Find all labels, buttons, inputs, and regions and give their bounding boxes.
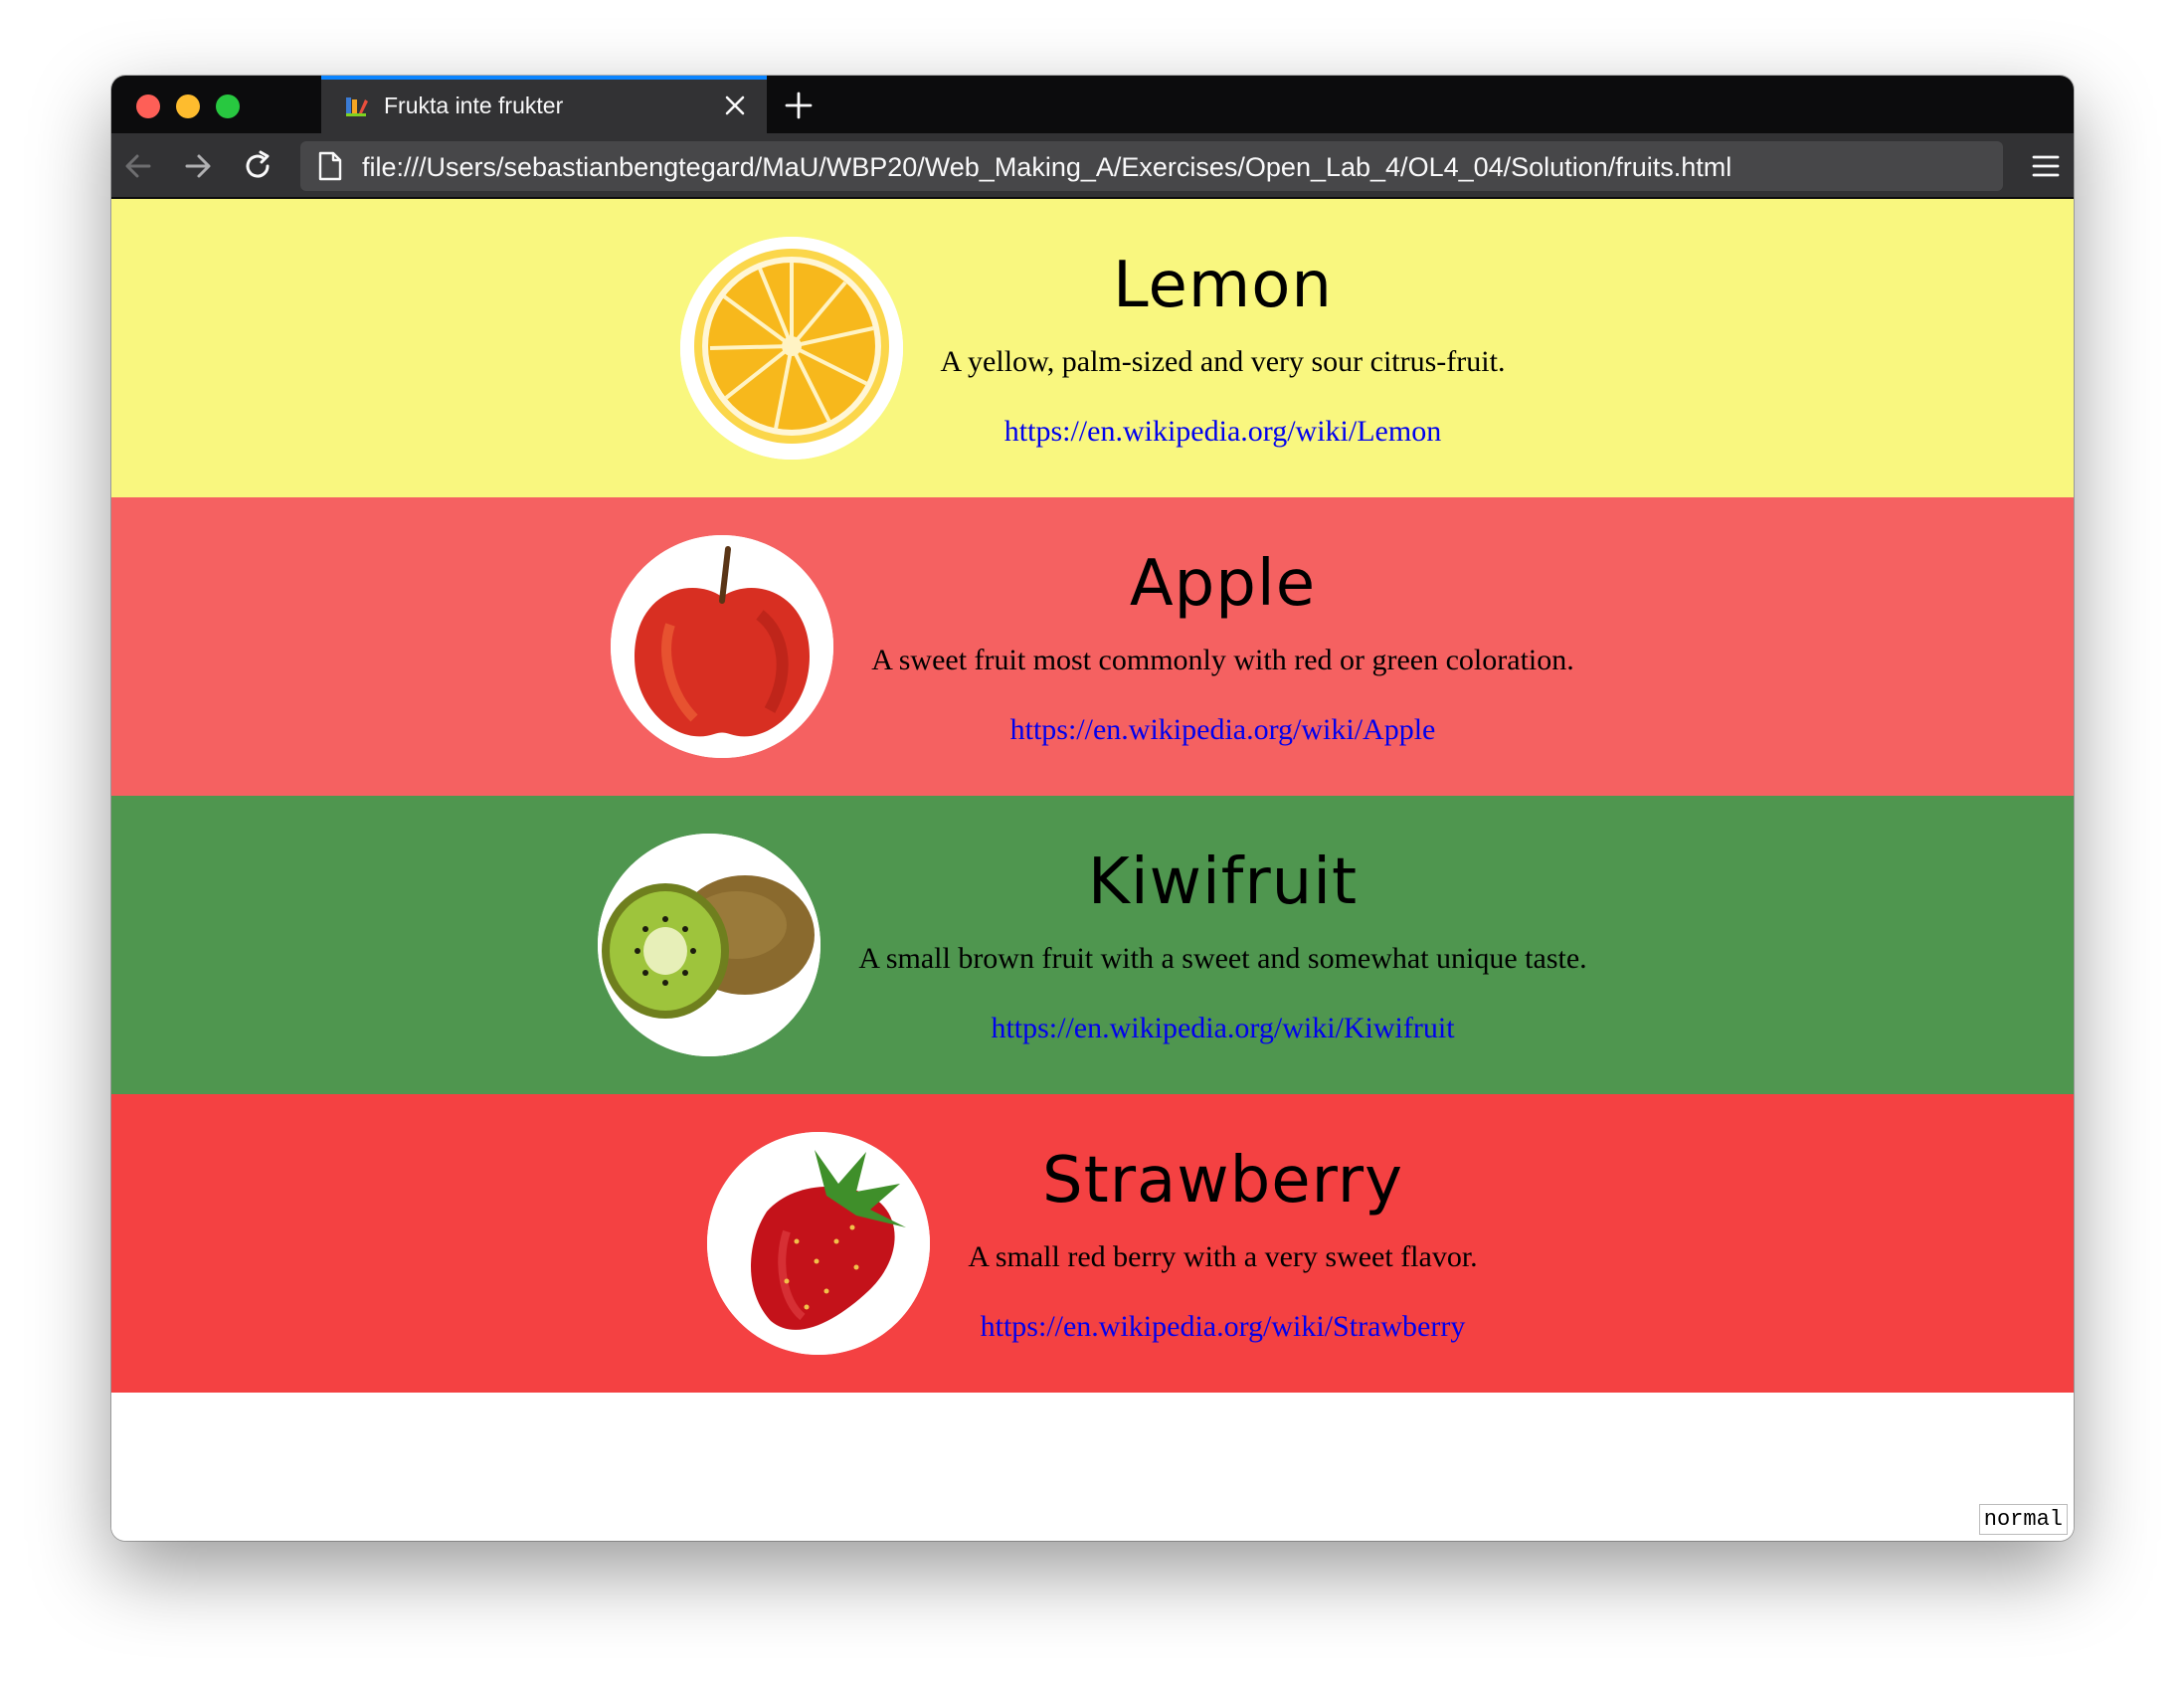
- fruit-description: A small brown fruit with a sweet and som…: [858, 942, 1587, 975]
- wikipedia-link-strawberry[interactable]: https://en.wikipedia.org/wiki/Strawberry: [981, 1309, 1466, 1345]
- fruit-description: A small red berry with a very sweet flav…: [968, 1240, 1478, 1273]
- fruit-description: A yellow, palm-sized and very sour citru…: [940, 345, 1506, 378]
- tab-strip: Frukta inte frukter: [111, 76, 2074, 133]
- wikipedia-link-kiwifruit[interactable]: https://en.wikipedia.org/wiki/Kiwifruit: [991, 1011, 1454, 1046]
- navigation-toolbar: file:///Users/sebastianbengtegard/MaU/WB…: [111, 133, 2074, 199]
- kiwifruit-image: [598, 834, 821, 1056]
- fruit-name: Lemon: [1113, 249, 1333, 322]
- url-text[interactable]: file:///Users/sebastianbengtegard/MaU/WB…: [362, 152, 1731, 183]
- minimize-window-button[interactable]: [176, 94, 200, 118]
- fruit-section-apple: Apple A sweet fruit most commonly with r…: [111, 497, 2074, 796]
- url-bar[interactable]: file:///Users/sebastianbengtegard/MaU/WB…: [300, 141, 2003, 191]
- lemon-image: [679, 237, 903, 460]
- fruit-section-lemon: Lemon A yellow, palm-sized and very sour…: [111, 199, 2074, 497]
- tab-active[interactable]: Frukta inte frukter: [321, 76, 767, 133]
- hamburger-menu-icon[interactable]: [2031, 151, 2061, 181]
- fruit-name: Apple: [1129, 547, 1317, 621]
- mode-badge: normal: [1978, 1504, 2068, 1535]
- forward-icon[interactable]: [181, 149, 215, 183]
- back-icon[interactable]: [121, 149, 155, 183]
- fruit-name: Kiwifruit: [1087, 845, 1359, 919]
- tab-title: Frukta inte frukter: [384, 93, 564, 118]
- maximize-window-button[interactable]: [216, 94, 240, 118]
- close-tab-icon[interactable]: [723, 94, 747, 117]
- reload-icon[interactable]: [241, 149, 274, 183]
- page-icon: [318, 151, 342, 181]
- fruit-description: A sweet fruit most commonly with red or …: [871, 644, 1574, 676]
- fruit-name: Strawberry: [1042, 1144, 1403, 1218]
- fruit-section-kiwifruit: Kiwifruit A small brown fruit with a swe…: [111, 796, 2074, 1094]
- page-content: Lemon A yellow, palm-sized and very sour…: [111, 199, 2074, 1541]
- fruit-section-strawberry: Strawberry A small red berry with a very…: [111, 1094, 2074, 1393]
- apple-image: [611, 535, 834, 758]
- wikipedia-link-apple[interactable]: https://en.wikipedia.org/wiki/Apple: [1010, 712, 1436, 748]
- close-window-button[interactable]: [136, 94, 160, 118]
- wikipedia-link-lemon[interactable]: https://en.wikipedia.org/wiki/Lemon: [1004, 414, 1441, 450]
- browser-window: Frukta inte frukter file:///Users/sebast…: [111, 76, 2074, 1541]
- favicon-icon: [346, 97, 368, 116]
- new-tab-icon[interactable]: [784, 91, 814, 120]
- strawberry-image: [707, 1132, 931, 1355]
